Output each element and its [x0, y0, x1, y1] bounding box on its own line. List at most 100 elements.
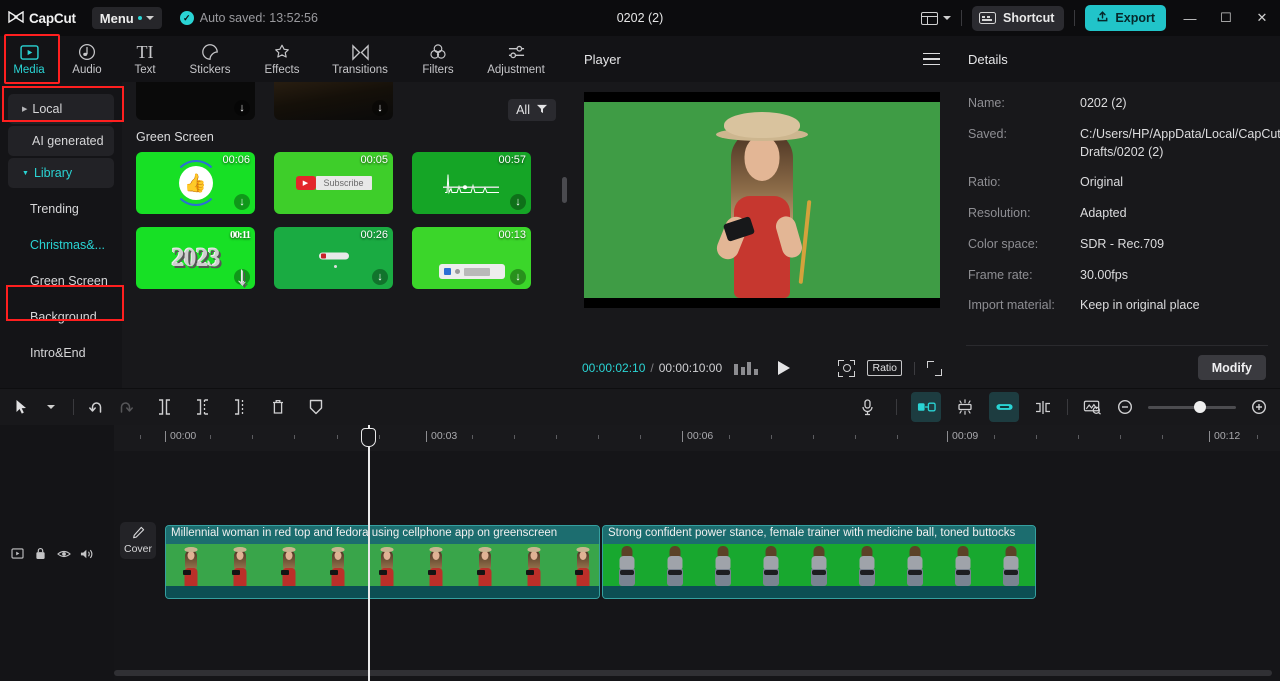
section-title: Green Screen: [136, 130, 214, 144]
tab-stickers[interactable]: Stickers: [174, 36, 246, 82]
tool-dropdown-button[interactable]: [36, 392, 66, 422]
download-icon[interactable]: ↓: [234, 100, 250, 116]
cover-button[interactable]: Cover: [120, 522, 156, 559]
tab-transitions[interactable]: Transitions: [318, 36, 402, 82]
modify-button[interactable]: Modify: [1197, 355, 1266, 380]
dot-art: [333, 265, 337, 269]
mirror-button[interactable]: [950, 392, 980, 422]
select-tool-button[interactable]: [6, 392, 36, 422]
sidebar-item-ai-generated[interactable]: AI generated: [8, 126, 114, 156]
filter-button[interactable]: All: [508, 99, 556, 121]
eye-icon[interactable]: [54, 544, 73, 563]
layout-button[interactable]: [921, 11, 952, 25]
player-menu-icon[interactable]: [923, 52, 940, 66]
close-button[interactable]: ✕: [1244, 0, 1280, 36]
download-icon[interactable]: ↓: [372, 100, 388, 116]
download-icon[interactable]: ↓: [234, 194, 250, 210]
maximize-button[interactable]: ☐: [1208, 0, 1244, 36]
media-thumbnail[interactable]: ↓: [136, 82, 255, 120]
menu-button[interactable]: Menu: [91, 7, 162, 29]
media-thumbnail[interactable]: 00:57 ↓: [412, 152, 531, 214]
track-control-icons: [8, 544, 96, 563]
playhead-handle[interactable]: [361, 428, 376, 447]
zoom-out-button[interactable]: [1110, 392, 1140, 422]
clip-label: Millennial woman in red top and fedora u…: [166, 526, 599, 544]
link-button[interactable]: [989, 392, 1019, 422]
playhead-line: [368, 425, 370, 681]
detail-key: Ratio:: [968, 175, 1001, 190]
timeline[interactable]: 00:00 00:03 00:06 00:09 00:12 Cover Mill…: [0, 425, 1280, 681]
fullscreen-icon[interactable]: [927, 360, 942, 376]
sidebar-item-label: Local: [32, 102, 63, 116]
timeline-ruler[interactable]: 00:00 00:03 00:06 00:09 00:12: [114, 425, 1280, 451]
minimize-button[interactable]: —: [1172, 0, 1208, 36]
sidebar-item-background[interactable]: Background: [8, 302, 114, 332]
preview-frame-button[interactable]: [1077, 392, 1107, 422]
tab-media[interactable]: Media: [0, 36, 58, 82]
media-thumbnail[interactable]: 00:26 ↓: [274, 227, 393, 289]
split-button[interactable]: [149, 392, 179, 422]
trim-left-button[interactable]: [187, 392, 217, 422]
tab-adjustment[interactable]: Adjustment: [474, 36, 558, 82]
ratio-button[interactable]: Ratio: [867, 360, 902, 376]
tab-filters[interactable]: Filters: [402, 36, 474, 82]
timeline-horizontal-scrollbar[interactable]: [114, 670, 1272, 676]
lock-icon[interactable]: [31, 544, 50, 563]
media-thumbnail[interactable]: ↓: [274, 82, 393, 120]
tab-label: Effects: [264, 64, 300, 76]
adjustment-icon: [507, 42, 526, 62]
delete-button[interactable]: [263, 392, 293, 422]
sidebar-item-green-screen[interactable]: Green Screen: [8, 266, 114, 296]
freeze-button[interactable]: [301, 392, 331, 422]
check-circle-icon: ✓: [179, 11, 194, 25]
zoom-slider[interactable]: [1148, 401, 1236, 413]
media-grid-scroll[interactable]: ↓ ↓ Green Screen 👍 00:06 ↓ ▶ Subscribe 0…: [122, 82, 570, 388]
cover-label: Cover: [123, 543, 152, 555]
trim-right-button[interactable]: [225, 392, 255, 422]
play-button[interactable]: [777, 361, 790, 375]
tab-text[interactable]: TI Text: [116, 36, 174, 82]
zoom-slider-handle[interactable]: [1194, 401, 1206, 413]
volume-icon[interactable]: [77, 544, 96, 563]
sidebar-item-label: Trending: [30, 202, 79, 216]
detail-row-frame-rate: Frame rate: 30.00fps: [954, 267, 1280, 285]
sidebar-item-intro-end[interactable]: Intro&End: [8, 338, 114, 368]
media-scrollbar[interactable]: [562, 177, 567, 203]
media-row: 👍 00:06 ↓ ▶ Subscribe 00:05 00:57 ↓: [122, 152, 570, 214]
tab-audio[interactable]: Audio: [58, 36, 116, 82]
fit-to-screen-icon[interactable]: [838, 359, 856, 377]
window-controls: — ☐ ✕: [1172, 0, 1280, 36]
upload-icon: [1096, 10, 1109, 26]
redo-button[interactable]: [111, 392, 141, 422]
timeline-clip[interactable]: Strong confident power stance, female tr…: [602, 525, 1036, 599]
track-type-icon[interactable]: [8, 544, 27, 563]
sidebar-item-local[interactable]: ▶ Local: [8, 94, 114, 124]
download-icon[interactable]: ↓: [510, 269, 526, 285]
download-icon[interactable]: ↓: [510, 194, 526, 210]
media-thumbnail[interactable]: 2023 00:11 ↓: [136, 227, 255, 289]
sidebar-item-trending[interactable]: Trending: [8, 194, 114, 224]
media-thumbnail[interactable]: 👍 00:06 ↓: [136, 152, 255, 214]
timeline-clip[interactable]: Millennial woman in red top and fedora u…: [165, 525, 600, 599]
player-stage[interactable]: [584, 92, 940, 308]
undo-button[interactable]: [81, 392, 111, 422]
zoom-in-button[interactable]: [1244, 392, 1274, 422]
media-thumbnail[interactable]: ▶ Subscribe 00:05: [274, 152, 393, 214]
auto-fill-button[interactable]: [911, 392, 941, 422]
keyframe-icon[interactable]: [734, 361, 758, 375]
face-art: [744, 136, 780, 181]
detail-key: Import material:: [968, 298, 1055, 313]
sidebar-item-library[interactable]: ▼ Library: [8, 158, 114, 188]
sidebar-item-christmas[interactable]: Christmas&...: [8, 230, 114, 260]
download-icon[interactable]: ↓: [234, 264, 250, 289]
tab-effects[interactable]: Effects: [246, 36, 318, 82]
details-title: Details: [968, 51, 1008, 67]
cut-all-button[interactable]: [1028, 392, 1058, 422]
chevron-down-icon: ▼: [22, 169, 29, 177]
download-icon[interactable]: ↓: [372, 269, 388, 285]
export-button[interactable]: Export: [1085, 5, 1166, 31]
record-button[interactable]: [852, 392, 882, 422]
media-thumbnail[interactable]: 00:13 ↓: [412, 227, 531, 289]
app-logo: CapCut: [8, 11, 76, 26]
shortcut-button[interactable]: Shortcut: [972, 5, 1065, 31]
